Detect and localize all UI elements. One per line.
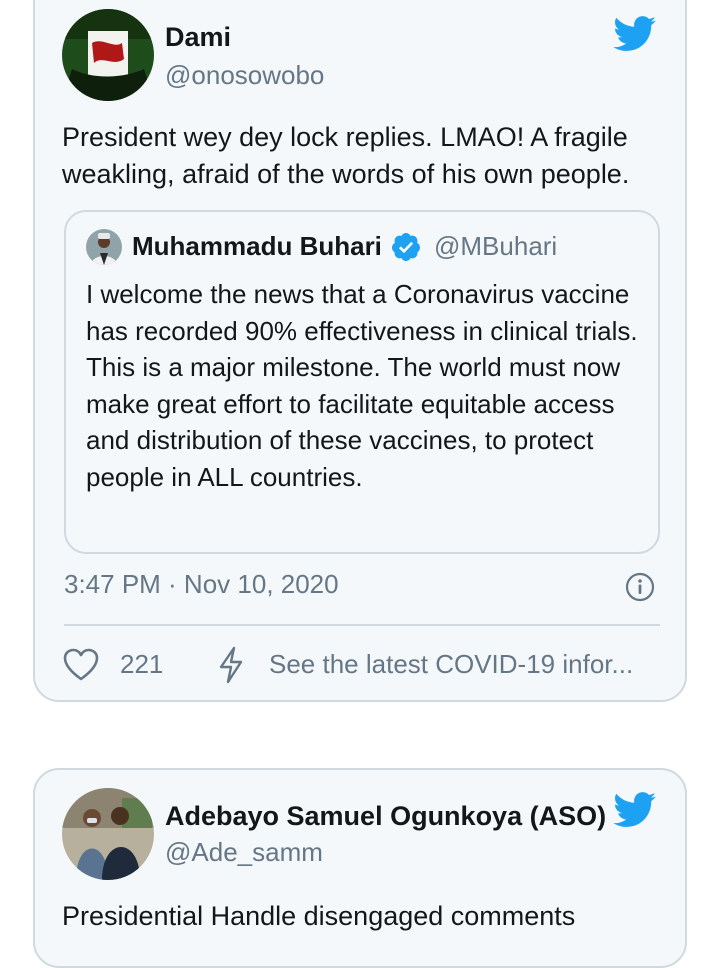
quoted-author-name[interactable]: Muhammadu Buhari	[132, 231, 382, 262]
quoted-tweet[interactable]: Muhammadu Buhari @MBuhari I welcome the …	[64, 210, 660, 554]
verified-badge-icon	[391, 233, 420, 261]
author-handle[interactable]: @Ade_samm	[165, 837, 323, 868]
info-icon[interactable]	[625, 572, 655, 602]
author-handle[interactable]: @onosowobo	[165, 60, 324, 91]
lightning-bolt-icon	[219, 646, 243, 684]
quoted-avatar[interactable]	[86, 229, 122, 265]
tweet-card[interactable]: Dami @onosowobo President wey dey lock r…	[33, 0, 687, 702]
tweet-card[interactable]: Adebayo Samuel Ogunkoya (ASO) @Ade_samm …	[33, 768, 687, 968]
author-name[interactable]: Dami	[165, 22, 231, 53]
tweet-text: Presidential Handle disengaged comments	[62, 901, 576, 931]
tweet-timestamp[interactable]: 3:47 PM · Nov 10, 2020	[64, 569, 339, 600]
twitter-bird-icon[interactable]	[613, 792, 657, 828]
like-count[interactable]: 221	[120, 649, 163, 680]
divider	[64, 624, 660, 626]
tweet-text: President wey dey lock replies. LMAO! A …	[62, 122, 630, 189]
author-name[interactable]: Adebayo Samuel Ogunkoya (ASO)	[165, 801, 606, 832]
quoted-tweet-text: I welcome the news that a Coronavirus va…	[86, 279, 638, 492]
avatar[interactable]	[62, 788, 154, 880]
covid-info-link[interactable]: See the latest COVID-19 infor...	[269, 649, 633, 680]
twitter-bird-icon[interactable]	[613, 16, 657, 52]
heart-icon[interactable]	[63, 648, 99, 682]
quoted-author-handle[interactable]: @MBuhari	[434, 231, 557, 262]
avatar[interactable]	[62, 9, 154, 101]
